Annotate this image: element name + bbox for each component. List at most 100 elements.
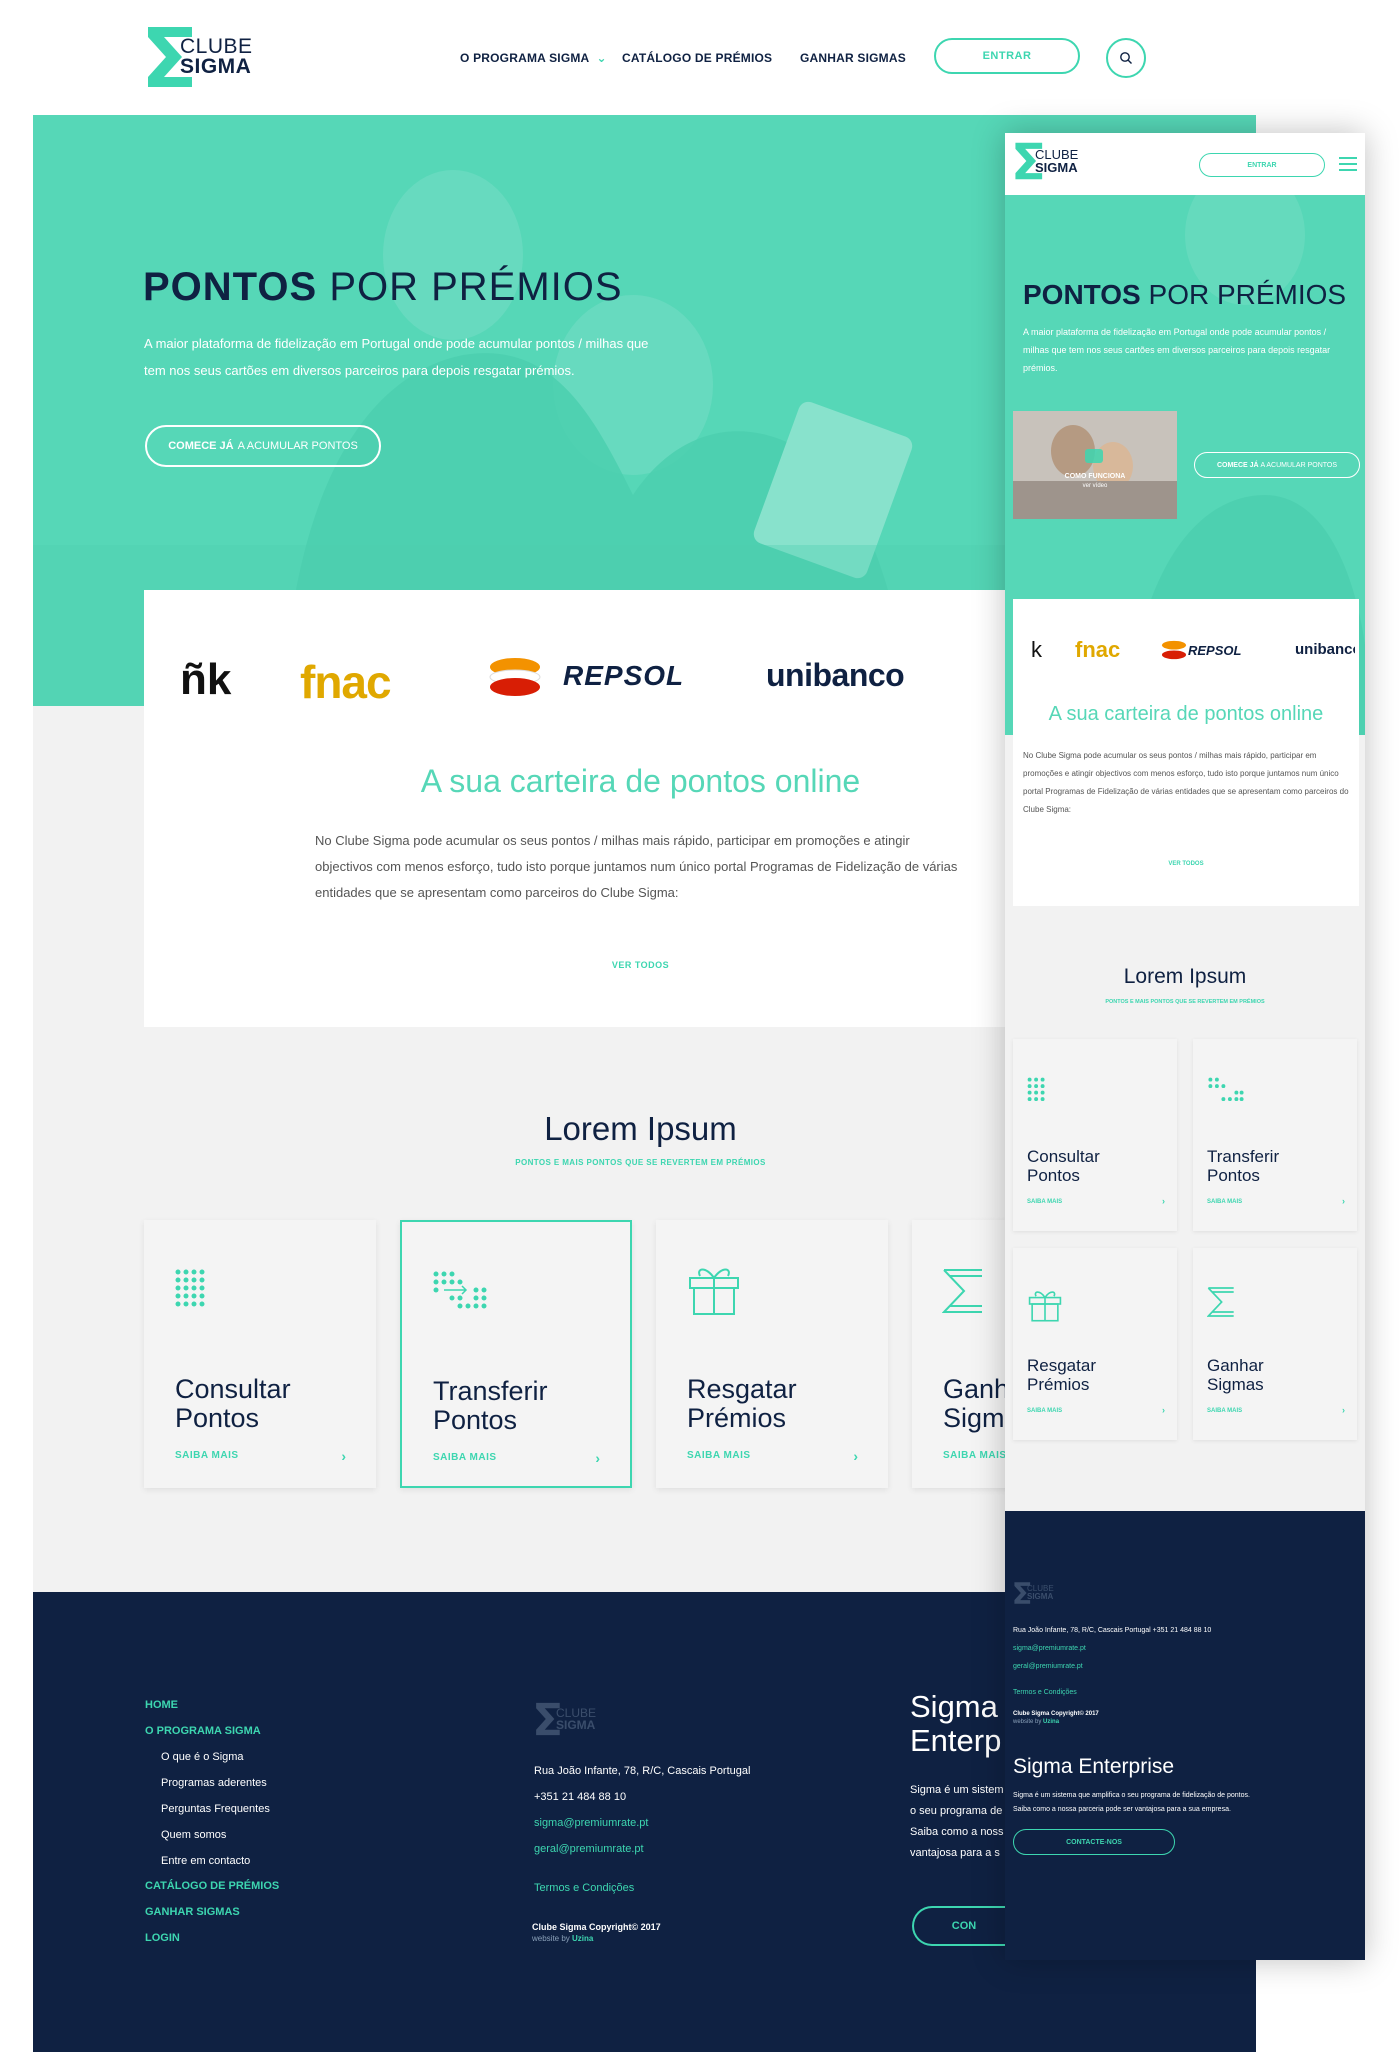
footer-email-sigma[interactable]: sigma@premiumrate.pt <box>534 1817 648 1829</box>
footer-link-login[interactable]: LOGIN <box>145 1932 180 1944</box>
sigma-icon <box>942 1269 982 1313</box>
feature-title: GanharSigmas <box>943 1374 1012 1433</box>
mobile-enterprise-text: Sigma é um sistema que amplifica o seu p… <box>1013 1792 1250 1813</box>
partner-logo-repsol[interactable]: REPSOL <box>563 660 684 692</box>
chevron-right-icon: › <box>1162 1196 1165 1206</box>
logo-line1: CLUBE <box>180 35 253 58</box>
mobile-footer-address: Rua João Infante, 78, R/C, Cascais Portu… <box>1013 1627 1212 1634</box>
footer-link-catalogo[interactable]: CATÁLOGO DE PRÉMIOS <box>145 1880 279 1892</box>
partner-logo-fnac[interactable]: fnac <box>300 655 392 709</box>
feature-card-transferir[interactable]: Transferir Pontos SAIBA MAIS › <box>400 1220 632 1488</box>
mobile-video-thumb[interactable]: COMO FUNCIONA ver vídeo <box>1013 411 1177 519</box>
footer-terms-link[interactable]: Termos e Condições <box>534 1882 634 1894</box>
hero-title: PONTOS POR PRÉMIOS <box>143 265 623 309</box>
chevron-right-icon: › <box>1162 1405 1165 1415</box>
sigma-icon <box>1207 1287 1234 1317</box>
partner-logo-nk[interactable]: ñk <box>180 655 231 705</box>
feature-card-consultar[interactable]: Consultar Pontos SAIBA MAIS › <box>144 1220 376 1488</box>
mobile-hero-cta[interactable]: COMECE JÁ A ACUMULAR PONTOS <box>1194 452 1360 478</box>
mobile-contact-button[interactable]: CONTACTE-NOS <box>1013 1829 1175 1855</box>
repsol-mark-icon <box>488 655 542 699</box>
partner-logo-repsol[interactable]: REPSOL <box>1188 643 1241 658</box>
mobile-feature-card-transferir[interactable]: Transferir Pontos SAIBA MAIS › <box>1193 1039 1357 1231</box>
gift-icon <box>1028 1291 1062 1322</box>
search-icon <box>1120 52 1132 64</box>
see-all-link[interactable]: VER TODOS <box>144 960 1137 970</box>
mobile-footer-email-geral[interactable]: geral@premiumrate.pt <box>1013 1663 1083 1670</box>
footer-sublink[interactable]: Perguntas Frequentes <box>161 1803 270 1815</box>
footer-address: Rua João Infante, 78, R/C, Cascais Portu… <box>534 1765 751 1777</box>
footer-sublink[interactable]: Programas aderentes <box>161 1777 267 1789</box>
learn-more-link[interactable]: SAIBA MAIS <box>1207 1408 1242 1414</box>
mobile-feature-card-resgatar[interactable]: Resgatar Prémios SAIBA MAIS › <box>1013 1248 1177 1440</box>
gift-icon <box>689 1268 739 1315</box>
mobile-feature-card-ganhar[interactable]: Ganhar Sigmas SAIBA MAIS › <box>1193 1248 1357 1440</box>
footer-sublink[interactable]: Quem somos <box>161 1829 226 1841</box>
feature-card-ganhar[interactable]: GanharSigmas SAIBA MAIS <box>912 1220 1012 1488</box>
mobile-enterprise-title: Sigma Enterprise <box>1013 1755 1175 1778</box>
logo-line2: SIGMA <box>180 55 252 78</box>
mobile-partners-card: k fnac REPSOL unibanco A sua carteira de… <box>1013 599 1359 906</box>
footer-phone[interactable]: +351 21 484 88 10 <box>534 1791 626 1803</box>
chevron-right-icon: › <box>1342 1405 1345 1415</box>
mobile-see-all-link[interactable]: VER TODOS <box>1013 861 1359 867</box>
play-icon <box>1085 449 1103 463</box>
mobile-footer-copyright: Clube Sigma Copyright© 2017 <box>1013 1711 1099 1717</box>
mobile-preview: CLUBE SIGMA ENTRAR PONTOS POR PRÉMIOS A m… <box>1005 133 1365 1960</box>
footer-logo: CLUBE SIGMA <box>534 1700 596 1738</box>
dots-transfer-icon <box>1208 1077 1244 1102</box>
mobile-footer: CLUBE SIGMA Rua João Infante, 78, R/C, Ca… <box>1005 1511 1365 1960</box>
mobile-wallet-title: A sua carteira de pontos online <box>1048 703 1324 725</box>
enterprise-text-desktop: Sigma é um sistem o seu programa de Saib… <box>910 1784 1004 1859</box>
mobile-feature-card-consultar[interactable]: Consultar Pontos SAIBA MAIS › <box>1013 1039 1177 1231</box>
search-button[interactable] <box>1106 38 1146 78</box>
contact-button-desktop[interactable]: CON <box>912 1906 1014 1946</box>
mobile-features-subtitle: PONTOS E MAIS PONTOS QUE SE REVERTEM EM … <box>1105 999 1265 1005</box>
footer-copyright: Clube Sigma Copyright© 2017 <box>532 1922 661 1932</box>
chevron-right-icon: › <box>853 1448 858 1464</box>
hamburger-menu-icon[interactable] <box>1339 157 1357 171</box>
partner-logo-unibanco[interactable]: unibanco <box>1295 641 1355 658</box>
mobile-features-title: Lorem Ipsum <box>1123 965 1247 988</box>
learn-more-link[interactable]: SAIBA MAIS <box>1207 1199 1242 1205</box>
footer-sublink[interactable]: Entre em contacto <box>161 1855 250 1867</box>
site-logo[interactable]: CLUBE SIGMA <box>144 25 253 89</box>
wallet-text: No Clube Sigma pode acumular os seus pon… <box>315 833 958 900</box>
footer-sublink[interactable]: O que é o Sigma <box>161 1751 244 1763</box>
learn-more-link[interactable]: SAIBA MAIS <box>433 1452 497 1463</box>
learn-more-link[interactable]: SAIBA MAIS <box>175 1450 239 1461</box>
mobile-hero-text: A maior plataforma de fidelização em Por… <box>1023 327 1331 373</box>
hero-cta-button[interactable]: COMECE JÁ A ACUMULAR PONTOS <box>145 425 381 467</box>
dots-grid-icon <box>1027 1077 1045 1102</box>
mobile-login-button[interactable]: ENTRAR <box>1199 153 1325 177</box>
mobile-footer-email-sigma[interactable]: sigma@premiumrate.pt <box>1013 1645 1086 1652</box>
footer-email-geral[interactable]: geral@premiumrate.pt <box>534 1843 644 1855</box>
learn-more-link[interactable]: SAIBA MAIS <box>1027 1408 1062 1414</box>
footer-link-home[interactable]: HOME <box>145 1699 178 1711</box>
partner-logo-fnac[interactable]: fnac <box>1075 637 1120 663</box>
learn-more-link[interactable]: SAIBA MAIS <box>1027 1199 1062 1205</box>
hero-text: A maior plataforma de fidelização em Por… <box>144 336 649 378</box>
repsol-mark-icon <box>1161 640 1187 660</box>
footer-link-programa[interactable]: O PROGRAMA SIGMA <box>145 1725 261 1737</box>
mobile-footer-terms[interactable]: Termos e Condições <box>1013 1689 1077 1696</box>
chevron-down-icon: ⌄ <box>596 51 607 65</box>
partner-logo-unibanco[interactable]: unibanco <box>766 657 905 694</box>
dots-grid-icon <box>175 1269 205 1307</box>
chevron-right-icon: › <box>341 1448 346 1464</box>
partner-logo-k[interactable]: k <box>1031 637 1042 663</box>
wallet-title: A sua carteira de pontos online <box>420 763 861 799</box>
feature-title: Transferir Pontos <box>433 1376 548 1435</box>
nav-item-programa[interactable]: O PROGRAMA SIGMA ⌄ <box>460 51 607 65</box>
nav-item-catalogo[interactable]: CATÁLOGO DE PRÉMIOS <box>622 51 772 65</box>
video-thumbnail-photo <box>1013 411 1177 519</box>
nav-item-ganhar[interactable]: GANHAR SIGMAS <box>800 51 906 65</box>
login-button[interactable]: ENTRAR <box>934 38 1080 74</box>
footer-link-ganhar[interactable]: GANHAR SIGMAS <box>145 1906 240 1918</box>
mobile-footer-credit: website by Uzina <box>1013 1719 1060 1725</box>
feature-card-resgatar[interactable]: Resgatar Prémios SAIBA MAIS › <box>656 1220 888 1488</box>
features-subtitle: PONTOS E MAIS PONTOS QUE SE REVERTEM EM … <box>515 1158 766 1167</box>
mobile-logo[interactable]: CLUBE SIGMA <box>1013 141 1078 181</box>
learn-more-link[interactable]: SAIBA MAIS <box>943 1450 1007 1461</box>
learn-more-link[interactable]: SAIBA MAIS <box>687 1450 751 1461</box>
